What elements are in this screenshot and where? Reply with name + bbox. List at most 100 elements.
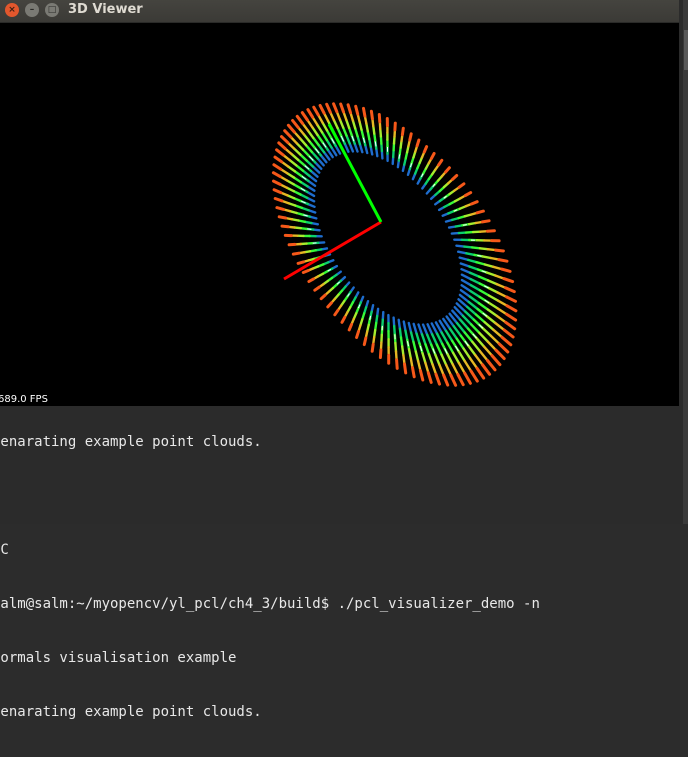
normal-segment xyxy=(308,186,315,190)
render-canvas[interactable]: 689.0 FPS xyxy=(0,23,679,406)
title-bar[interactable]: × – □ 3D Viewer xyxy=(0,0,679,23)
normal-segment xyxy=(409,323,411,333)
normal-segment xyxy=(395,343,396,352)
normal-segment xyxy=(347,136,350,144)
normal-segment xyxy=(498,301,507,306)
normal-segment xyxy=(477,211,483,213)
point-cloud-scene xyxy=(0,23,679,406)
normal-segment xyxy=(294,149,300,155)
viewer-window[interactable]: × – □ 3D Viewer 689.0 FPS xyxy=(0,0,679,406)
terminal-scrollbar[interactable] xyxy=(683,0,688,524)
normal-segment xyxy=(483,256,491,258)
close-button[interactable]: × xyxy=(5,3,19,17)
normal-segment xyxy=(504,330,513,337)
normals-group xyxy=(273,104,516,386)
normal-segment xyxy=(402,346,403,355)
normal-segment xyxy=(451,375,456,385)
maximize-icon: □ xyxy=(48,5,57,15)
normal-segment xyxy=(472,342,480,351)
normal-segment xyxy=(399,320,400,329)
normal-segment xyxy=(317,125,322,133)
normal-segment xyxy=(288,125,294,132)
normal-segment xyxy=(472,202,478,204)
normal-segment xyxy=(460,258,468,260)
normal-segment xyxy=(488,361,496,370)
normal-segment xyxy=(297,116,302,123)
normal-segment xyxy=(402,128,403,135)
normal-segment xyxy=(470,358,477,368)
normal-segment xyxy=(290,160,297,165)
normal-segment xyxy=(296,165,303,170)
terminal-line: ^C xyxy=(0,541,540,559)
normal-segment xyxy=(476,338,484,347)
normal-segment xyxy=(417,140,419,146)
terminal-line: Genarating example point clouds. xyxy=(0,433,540,451)
normal-segment xyxy=(485,322,494,330)
normal-segment xyxy=(300,139,306,146)
normal-segment xyxy=(471,285,480,290)
normal-segment xyxy=(323,123,327,131)
minimize-button[interactable]: – xyxy=(25,3,39,17)
normal-segment xyxy=(507,306,516,311)
normal-segment xyxy=(365,145,367,153)
normal-segment xyxy=(346,120,349,128)
normal-segment xyxy=(313,128,318,135)
normal-segment xyxy=(471,291,480,297)
normal-segment xyxy=(498,308,507,314)
normal-segment xyxy=(309,279,314,282)
terminal-scrollbar-thumb[interactable] xyxy=(684,30,688,70)
normal-segment xyxy=(448,354,453,364)
normal-segment xyxy=(356,106,358,114)
normal-segment xyxy=(499,260,507,262)
normal-segment xyxy=(453,176,457,180)
normal-segment xyxy=(350,144,353,152)
normal-segment xyxy=(428,373,431,383)
normal-segment xyxy=(332,148,337,156)
normal-segment xyxy=(319,145,324,152)
normal-segment xyxy=(304,134,310,141)
normal-segment xyxy=(427,335,431,345)
normal-tick xyxy=(307,229,311,230)
normal-segment xyxy=(431,154,434,159)
normal-segment xyxy=(313,138,318,145)
normal-segment xyxy=(487,231,494,232)
normal-segment xyxy=(405,364,406,373)
normal-segment xyxy=(458,375,463,385)
normal-segment xyxy=(327,130,331,138)
normal-segment xyxy=(482,221,489,222)
normal-segment xyxy=(335,310,338,315)
normal-segment xyxy=(302,113,307,120)
normal-segment xyxy=(277,150,284,155)
minimize-icon: – xyxy=(30,5,35,15)
y-axis-line xyxy=(329,124,381,222)
normal-segment xyxy=(298,262,303,264)
normal-segment xyxy=(328,303,332,307)
normal-segment xyxy=(444,375,448,385)
maximize-button[interactable]: □ xyxy=(45,3,59,17)
normal-segment xyxy=(435,355,439,365)
normal-segment xyxy=(496,250,504,251)
x-axis-line xyxy=(284,222,381,279)
normal-segment xyxy=(279,143,285,149)
close-icon: × xyxy=(8,5,16,15)
normal-segment xyxy=(349,324,351,330)
normal-segment xyxy=(507,314,516,320)
normal-segment xyxy=(502,337,511,345)
normal-segment xyxy=(437,334,442,344)
normal-segment xyxy=(470,273,479,277)
normal-segment xyxy=(453,364,458,374)
normal-segment xyxy=(425,363,428,373)
normal-segment xyxy=(502,269,510,271)
normal-segment xyxy=(275,157,282,162)
normal-segment xyxy=(485,265,493,267)
normal-segment xyxy=(446,168,450,172)
normal-segment xyxy=(401,338,402,347)
normal-segment xyxy=(426,344,430,354)
normal-segment xyxy=(409,349,411,358)
normal-segment xyxy=(424,147,426,152)
normal-segment xyxy=(410,134,411,140)
normal-segment xyxy=(274,165,281,169)
normal-segment xyxy=(364,108,365,116)
normal-segment xyxy=(360,122,362,130)
normal-segment xyxy=(355,128,357,136)
